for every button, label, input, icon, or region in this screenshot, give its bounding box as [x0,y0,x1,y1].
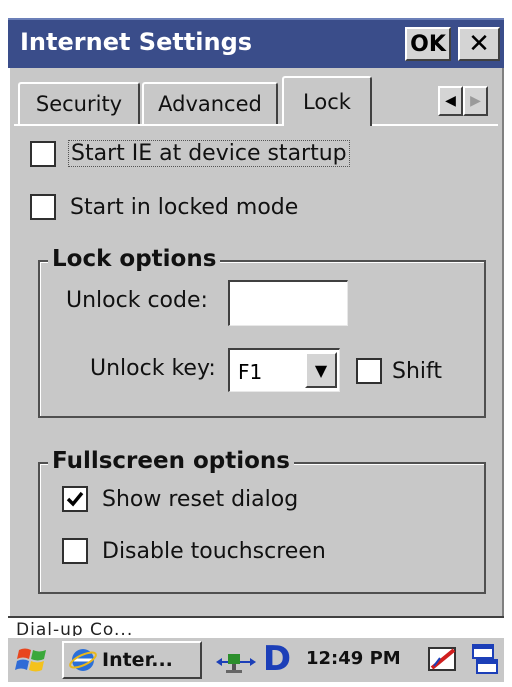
task-switch-icon[interactable] [470,642,500,678]
windows-start-icon[interactable] [12,642,54,678]
clock[interactable]: 12:49 PM [306,648,401,669]
unlock-key-dropdown[interactable]: F1 ▼ [228,348,340,392]
show-reset-checkbox[interactable] [62,486,88,512]
shift-label: Shift [392,358,443,384]
screen: Internet Settings OK ✕ Security Advanced… [0,0,512,687]
start-ie-option[interactable]: Start IE at device startup [30,140,350,167]
start-ie-label: Start IE at device startup [68,140,350,167]
internet-explorer-icon [69,649,97,671]
unlock-key-value: F1 [238,360,263,384]
shift-checkbox[interactable] [356,358,382,384]
taskbar-ie-button[interactable]: Inter... [62,641,202,679]
stylus-icon[interactable] [426,644,460,676]
d-app-icon[interactable]: D [262,639,292,679]
disable-touch-option[interactable]: Disable touchscreen [62,538,326,564]
tab-scroll-left-icon[interactable]: ◀ [438,86,463,116]
start-locked-checkbox[interactable] [30,194,56,220]
tab-advanced[interactable]: Advanced [142,82,278,124]
ok-button[interactable]: OK [405,27,451,61]
unlock-code-input[interactable] [228,280,348,326]
background-window[interactable]: Dial-up Co... [8,616,504,638]
show-reset-option[interactable]: Show reset dialog [62,486,298,512]
start-ie-checkbox[interactable] [30,140,56,167]
start-locked-label: Start in locked mode [70,194,299,220]
tab-security[interactable]: Security [18,82,140,124]
start-locked-option[interactable]: Start in locked mode [30,194,298,220]
disable-touch-checkbox[interactable] [62,538,88,564]
taskbar: Inter... D 12:49 PM [8,636,504,682]
unlock-key-label: Unlock key: [90,356,216,381]
tab-lock[interactable]: Lock [282,76,372,126]
fullscreen-options-group: Fullscreen options [38,448,486,594]
lock-options-title: Lock options [48,246,221,272]
unlock-code-label: Unlock code: [66,288,208,313]
title-bar: Internet Settings OK ✕ [8,18,504,70]
shift-option[interactable]: Shift [356,358,442,384]
window-title: Internet Settings [20,28,253,56]
tab-scroll-right-icon[interactable]: ▶ [463,86,488,116]
show-reset-label: Show reset dialog [102,486,299,512]
close-button[interactable]: ✕ [458,27,500,61]
taskbar-ie-label: Inter... [102,649,173,671]
disable-touch-label: Disable touchscreen [102,538,326,564]
checkmark-icon [66,491,84,507]
fullscreen-options-title: Fullscreen options [48,448,294,474]
tab-divider [14,124,498,126]
tab-scroll-control: ◀ ▶ [438,86,488,116]
chevron-down-icon[interactable]: ▼ [305,352,337,388]
network-icon[interactable] [214,644,258,676]
